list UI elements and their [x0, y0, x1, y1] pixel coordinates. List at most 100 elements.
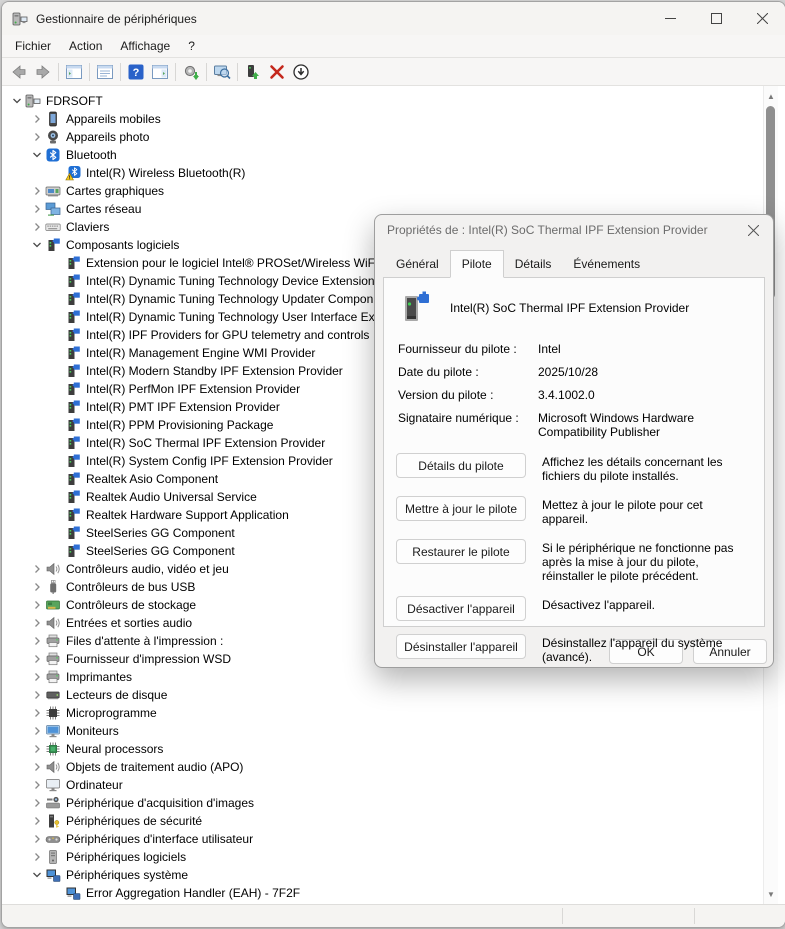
désinstaller-l-appareil-button[interactable]: Désinstaller l'appareil — [396, 634, 526, 659]
tab-événements[interactable]: Événements — [562, 252, 651, 277]
chevron-right-icon[interactable] — [29, 849, 45, 865]
tree-row[interactable]: Error Aggregation Handler (EAH) - 7F2F — [3, 884, 785, 902]
menu-bar: FichierActionAffichage? — [2, 35, 785, 58]
chevron-right-icon[interactable] — [29, 111, 45, 127]
tree-row[interactable]: Appareils mobiles — [3, 110, 785, 128]
tree-row[interactable]: Microprogramme — [3, 704, 785, 722]
chevron-right-icon[interactable] — [29, 201, 45, 217]
component-icon — [65, 381, 81, 397]
tree-row[interactable]: Ordinateur — [3, 776, 785, 794]
uninstall-icon[interactable] — [265, 61, 289, 83]
chevron-right-icon[interactable] — [29, 741, 45, 757]
chevron-right-icon[interactable] — [29, 579, 45, 595]
tree-item-label: Intel(R) IPF Providers for GPU telemetry… — [86, 328, 369, 342]
tree-row[interactable]: Périphériques logiciels — [3, 848, 785, 866]
chevron-right-icon[interactable] — [29, 669, 45, 685]
tree-row[interactable]: Lecteurs de disque — [3, 686, 785, 704]
tree-item-label: Lecteurs de disque — [66, 688, 167, 702]
tree-row[interactable]: Imprimantes — [3, 668, 785, 686]
chevron-spacer — [49, 399, 65, 415]
tree-item-label: Intel(R) PerfMon IPF Extension Provider — [86, 382, 300, 396]
chevron-right-icon[interactable] — [29, 759, 45, 775]
help-icon[interactable]: ? — [124, 61, 148, 83]
chevron-right-icon[interactable] — [29, 831, 45, 847]
tree-row[interactable]: Cartes graphiques — [3, 182, 785, 200]
dialog-close-button[interactable] — [733, 215, 773, 245]
tree-item-label: Contrôleurs audio, vidéo et jeu — [66, 562, 229, 576]
chevron-right-icon[interactable] — [29, 795, 45, 811]
chevron-down-icon[interactable] — [29, 867, 45, 883]
chevron-right-icon[interactable] — [29, 129, 45, 145]
scan-hardware-icon[interactable] — [210, 61, 234, 83]
tree-row[interactable]: Périphérique d'acquisition d'images — [3, 794, 785, 812]
driver-field-row: Fournisseur du pilote :Intel — [398, 342, 752, 356]
chevron-down-icon[interactable] — [29, 237, 45, 253]
tree-row[interactable]: Périphériques de sécurité — [3, 812, 785, 830]
tab-détails[interactable]: Détails — [504, 252, 563, 277]
maximize-button[interactable] — [693, 2, 739, 35]
close-button[interactable] — [739, 2, 785, 35]
neural-icon — [45, 741, 61, 757]
tree-row[interactable]: Moniteurs — [3, 722, 785, 740]
chevron-down-icon[interactable] — [29, 147, 45, 163]
menu-fichier[interactable]: Fichier — [6, 36, 60, 56]
chevron-right-icon[interactable] — [29, 633, 45, 649]
tree-row[interactable]: Périphériques système — [3, 866, 785, 884]
action-description: Désinstallez l'appareil du système (avan… — [542, 634, 752, 664]
minimize-button[interactable] — [647, 2, 693, 35]
chevron-right-icon[interactable] — [29, 705, 45, 721]
component-icon — [65, 525, 81, 541]
chevron-right-icon[interactable] — [29, 813, 45, 829]
menu-?[interactable]: ? — [179, 36, 204, 56]
tab-pilote[interactable]: Pilote — [450, 250, 504, 278]
chevron-right-icon[interactable] — [29, 723, 45, 739]
menu-affichage[interactable]: Affichage — [111, 36, 179, 56]
restaurer-le-pilote-button[interactable]: Restaurer le pilote — [396, 539, 526, 564]
driver-fields: Fournisseur du pilote :IntelDate du pilo… — [396, 342, 752, 439]
tree-item-label: Contrôleurs de stockage — [66, 598, 196, 612]
menu-action[interactable]: Action — [60, 36, 111, 56]
tree-item-label: Bluetooth — [66, 148, 117, 162]
tree-row[interactable]: Intel(R) Wireless Bluetooth(R) — [3, 164, 785, 182]
disable-icon[interactable] — [289, 61, 313, 83]
forward-icon[interactable] — [31, 61, 55, 83]
détails-du-pilote-button[interactable]: Détails du pilote — [396, 453, 526, 478]
tree-row[interactable]: Bluetooth — [3, 146, 785, 164]
tree-item-label: Entrées et sorties audio — [66, 616, 192, 630]
tree-row[interactable]: Neural processors — [3, 740, 785, 758]
properties-icon[interactable] — [93, 61, 117, 83]
chevron-right-icon[interactable] — [29, 183, 45, 199]
update-driver-icon[interactable] — [179, 61, 203, 83]
désactiver-l-appareil-button[interactable]: Désactiver l'appareil — [396, 596, 526, 621]
back-icon[interactable] — [7, 61, 31, 83]
component-icon — [65, 273, 81, 289]
driver-action-row: Désactiver l'appareilDésactivez l'appare… — [396, 596, 752, 621]
statusbar-divider — [562, 908, 563, 924]
camera-icon — [45, 129, 61, 145]
chevron-right-icon[interactable] — [29, 561, 45, 577]
tab-général[interactable]: Général — [385, 252, 450, 277]
action-pane-icon[interactable] — [148, 61, 172, 83]
chevron-right-icon[interactable] — [29, 687, 45, 703]
mettre-à-jour-le-pilote-button[interactable]: Mettre à jour le pilote — [396, 496, 526, 521]
chevron-right-icon[interactable] — [29, 219, 45, 235]
chevron-right-icon[interactable] — [29, 651, 45, 667]
tree-item-label: Intel(R) SoC Thermal IPF Extension Provi… — [86, 436, 325, 450]
tree-item-label: Realtek Asio Component — [86, 472, 218, 486]
chevron-right-icon[interactable] — [29, 777, 45, 793]
chevron-down-icon[interactable] — [9, 93, 25, 109]
console-tree-icon[interactable] — [62, 61, 86, 83]
chevron-right-icon[interactable] — [29, 615, 45, 631]
tree-item-label: Imprimantes — [66, 670, 132, 684]
field-value: 2025/10/28 — [538, 365, 752, 379]
chevron-right-icon[interactable] — [29, 597, 45, 613]
monitor-icon — [45, 723, 61, 739]
chevron-spacer — [49, 345, 65, 361]
scroll-down-icon[interactable]: ▼ — [764, 886, 778, 902]
scroll-up-icon[interactable]: ▲ — [764, 88, 778, 104]
tree-row[interactable]: Périphériques d'interface utilisateur — [3, 830, 785, 848]
tree-row[interactable]: Objets de traitement audio (APO) — [3, 758, 785, 776]
tree-row[interactable]: FDRSOFT — [3, 92, 785, 110]
tree-row[interactable]: Appareils photo — [3, 128, 785, 146]
enable-device-icon[interactable] — [241, 61, 265, 83]
